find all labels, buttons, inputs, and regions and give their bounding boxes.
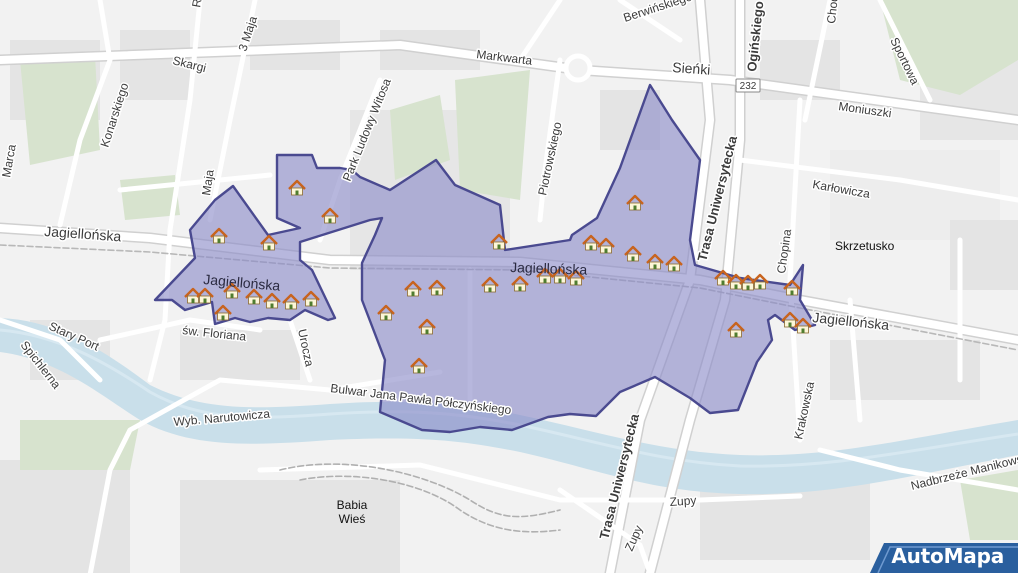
- street-label-jagiellonska-mid: Jagiellońska: [510, 259, 588, 278]
- district-label-skrzetusko: Skrzetusko: [835, 239, 895, 253]
- district-label-babia: Babia: [337, 498, 368, 512]
- brand-name: AutoMapa: [891, 544, 1004, 568]
- road-number-shield: 232: [735, 78, 761, 93]
- street-label-r: R: [189, 0, 204, 9]
- road-number-label: 232: [740, 81, 757, 92]
- automapa-logo: AutoMapa: [870, 543, 1018, 573]
- street-label-zupy: Zupy: [669, 493, 697, 509]
- street-label-sienki: Sieńki: [672, 59, 711, 78]
- map-view[interactable]: 232 Berwińskiego Ogińskiego Chodkiewicza…: [0, 0, 1018, 573]
- map-canvas[interactable]: 232 Berwińskiego Ogińskiego Chodkiewicza…: [0, 0, 1018, 573]
- district-label-wies: Wieś: [339, 512, 366, 526]
